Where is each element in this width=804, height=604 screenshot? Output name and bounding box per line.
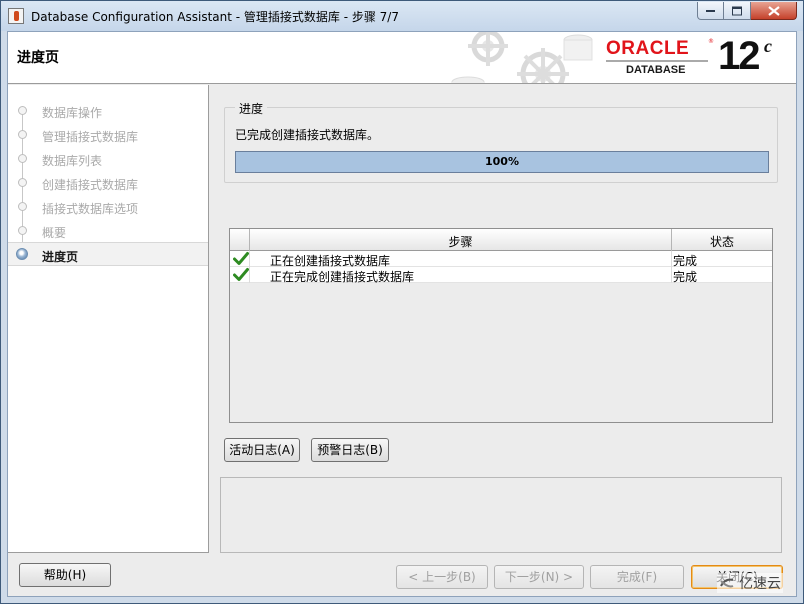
column-header-status[interactable]: 状态: [672, 233, 772, 250]
step-dot-icon: [18, 154, 27, 163]
title-bar[interactable]: Database Configuration Assistant - 管理插接式…: [1, 1, 803, 31]
version-number: 12: [718, 34, 760, 78]
watermark-text: 亿速云: [739, 576, 781, 592]
nav-item-progress[interactable]: 进度页: [8, 242, 208, 266]
logo-rule: [606, 60, 708, 62]
close-window-button[interactable]: [751, 2, 797, 20]
nav-item-pdb-options[interactable]: 插接式数据库选项: [8, 195, 208, 219]
nav-item-label: 概要: [42, 226, 67, 240]
progress-status-text: 已完成创建插接式数据库。: [235, 128, 380, 142]
maximize-button[interactable]: [724, 2, 751, 20]
nav-item-label: 进度页: [42, 250, 79, 264]
table-row[interactable]: 正在创建插接式数据库 完成: [230, 251, 772, 268]
step-status: 完成: [673, 270, 698, 284]
oracle-brand: ORACLE: [606, 38, 690, 59]
oracle-database-label: DATABASE: [626, 64, 686, 76]
progress-bar: 100%: [235, 151, 769, 173]
check-icon: [233, 252, 249, 265]
next-button[interactable]: 下一步(N) >: [494, 565, 584, 589]
progress-group: 进度 已完成创建插接式数据库。 100%: [224, 100, 778, 183]
trademark-mark: ®: [708, 38, 714, 45]
java-app-icon: [8, 8, 24, 24]
dialog-client-area: 进度页 ORACLE ® DATABASE 12 c 数据库操作 管理插接式数据…: [7, 31, 797, 597]
step-dot-icon: [18, 178, 27, 187]
version-suffix: c: [764, 36, 772, 56]
nav-item-label: 插接式数据库选项: [42, 202, 139, 216]
finish-button[interactable]: 完成(F): [590, 565, 684, 589]
table-row[interactable]: 正在完成创建插接式数据库 完成: [230, 267, 772, 284]
nav-item-label: 数据库列表: [42, 154, 103, 168]
step-name: 正在完成创建插接式数据库: [270, 270, 415, 284]
nav-item-label: 管理插接式数据库: [42, 130, 139, 144]
cell-divider: [249, 251, 250, 267]
close-icon: [767, 5, 780, 16]
window-title: Database Configuration Assistant - 管理插接式…: [31, 10, 399, 24]
back-button[interactable]: < 上一步(B): [396, 565, 488, 589]
minimize-button[interactable]: [697, 2, 724, 20]
minimize-icon: [705, 9, 715, 12]
step-dot-icon: [18, 130, 27, 139]
page-title: 进度页: [17, 50, 59, 66]
watermark-logo-icon: [720, 578, 734, 588]
nav-item-label: 创建插接式数据库: [42, 178, 139, 192]
dbca-window: Database Configuration Assistant - 管理插接式…: [0, 0, 804, 604]
progress-group-label: 进度: [235, 100, 268, 117]
current-step-icon: [16, 248, 28, 260]
help-button[interactable]: 帮助(H): [19, 563, 111, 587]
alert-log-button[interactable]: 预警日志(B): [311, 438, 389, 462]
watermark: 亿速云: [717, 573, 783, 593]
nav-item-summary[interactable]: 概要: [8, 219, 208, 243]
window-controls: [697, 2, 797, 20]
nav-item-create-pdb[interactable]: 创建插接式数据库: [8, 171, 208, 195]
message-area: [220, 477, 782, 553]
step-dot-icon: [18, 106, 27, 115]
nav-item-manage-pdb[interactable]: 管理插接式数据库: [8, 123, 208, 147]
check-icon: [233, 268, 249, 281]
step-navigation: 数据库操作 管理插接式数据库 数据库列表 创建插接式数据库 插接式数据库选项 概…: [8, 85, 209, 553]
oracle-database-logo: ORACLE ® DATABASE: [606, 38, 716, 78]
header-banner: 进度页 ORACLE ® DATABASE 12 c: [8, 32, 796, 84]
gears-decoration-icon: [451, 32, 593, 83]
cell-divider: [671, 251, 672, 267]
nav-item-label: 数据库操作: [42, 106, 103, 120]
progress-percent: 100%: [485, 155, 519, 168]
activity-log-button[interactable]: 活动日志(A): [224, 438, 300, 462]
nav-item-database-operation[interactable]: 数据库操作: [8, 99, 208, 123]
cell-divider: [249, 267, 250, 283]
column-header-step[interactable]: 步骤: [250, 233, 671, 250]
step-dot-icon: [18, 226, 27, 235]
nav-item-database-list[interactable]: 数据库列表: [8, 147, 208, 171]
steps-table[interactable]: 步骤 状态 正在创建插接式数据库 完成 正在完成创建插接式数据库 完成: [229, 228, 773, 423]
cell-divider: [671, 267, 672, 283]
maximize-icon: [732, 6, 742, 15]
step-dot-icon: [18, 202, 27, 211]
table-header: 步骤 状态: [230, 229, 772, 251]
